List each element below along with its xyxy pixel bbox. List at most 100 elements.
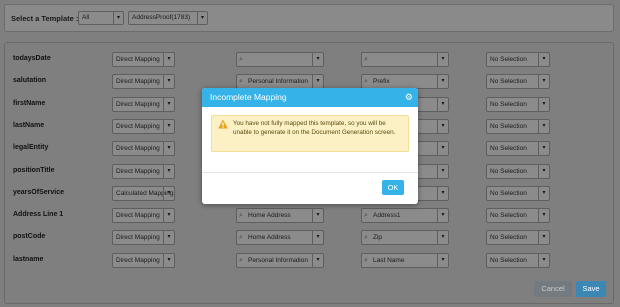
target-select[interactable]: ⌕ Zip ▾ — [361, 230, 449, 245]
source-select[interactable]: ⌕ Personal Information ▾ — [236, 253, 324, 268]
field-name: legalEntity — [13, 144, 49, 151]
filter-select-value: All — [82, 14, 90, 21]
chevron-down-icon: ▾ — [437, 142, 448, 155]
chevron-down-icon: ▾ — [163, 120, 174, 133]
chevron-down-icon: ▾ — [312, 231, 323, 244]
target-value: Address1 — [373, 212, 401, 219]
chevron-down-icon: ▾ — [312, 254, 323, 267]
dialog-header: Incomplete Mapping ⚙ — [202, 88, 418, 107]
ok-button[interactable]: OK — [382, 180, 404, 195]
chevron-down-icon: ▾ — [163, 187, 174, 200]
selection-select[interactable]: No Selection ▾ — [486, 230, 550, 245]
mapping-type-select[interactable]: Calculated Mapping ▾ — [112, 186, 175, 201]
selection-select[interactable]: No Selection ▾ — [486, 74, 550, 89]
selection-value: No Selection — [490, 212, 527, 219]
chevron-down-icon: ▾ — [437, 231, 448, 244]
chevron-down-icon: ▾ — [312, 53, 323, 66]
target-select[interactable]: ⌕▾ — [361, 52, 449, 67]
chevron-down-icon: ▾ — [163, 98, 174, 111]
mapping-type-select[interactable]: Direct Mapping ▾ — [112, 52, 175, 67]
selection-select[interactable]: No Selection ▾ — [486, 52, 550, 67]
chevron-down-icon: ▾ — [437, 209, 448, 222]
chevron-down-icon: ▾ — [312, 75, 323, 88]
selection-select[interactable]: No Selection ▾ — [486, 208, 550, 223]
chevron-down-icon: ▾ — [437, 254, 448, 267]
template-bar: Select a Template : All ▾ AddressProof(1… — [4, 4, 614, 32]
mapping-type-select[interactable]: Direct Mapping ▾ — [112, 119, 175, 134]
selection-select[interactable]: No Selection ▾ — [486, 164, 550, 179]
selection-value: No Selection — [490, 56, 527, 63]
chevron-down-icon: ▾ — [437, 187, 448, 200]
search-icon: ⌕ — [364, 234, 368, 241]
source-select[interactable]: ⌕ Personal Information ▾ — [236, 74, 324, 89]
mapping-type-select[interactable]: Direct Mapping ▾ — [112, 141, 175, 156]
field-name: lastname — [13, 256, 44, 263]
mapping-type-select[interactable]: Direct Mapping ▾ — [112, 74, 175, 89]
search-icon: ⌕ — [364, 78, 368, 85]
selection-value: No Selection — [490, 168, 527, 175]
search-icon: ⌕ — [239, 257, 243, 264]
mapping-type-select[interactable]: Direct Mapping ▾ — [112, 253, 175, 268]
selection-value: No Selection — [490, 190, 527, 197]
source-select[interactable]: ⌕▾ — [236, 52, 324, 67]
mapping-type-select[interactable]: Direct Mapping ▾ — [112, 208, 175, 223]
gear-icon[interactable]: ⚙ — [405, 88, 413, 107]
filter-select[interactable]: All ▾ — [78, 11, 124, 25]
selection-select[interactable]: No Selection ▾ — [486, 141, 550, 156]
chevron-down-icon: ▾ — [538, 254, 549, 267]
source-value: Home Address — [248, 212, 291, 219]
search-icon: ⌕ — [239, 234, 243, 241]
selection-value: No Selection — [490, 145, 527, 152]
target-select[interactable]: ⌕ Address1 ▾ — [361, 208, 449, 223]
dialog-divider — [202, 172, 418, 173]
source-select[interactable]: ⌕ Home Address ▾ — [236, 230, 324, 245]
source-select[interactable]: ⌕ Home Address ▾ — [236, 208, 324, 223]
mapping-type-value: Direct Mapping — [116, 78, 160, 85]
selection-select[interactable]: No Selection ▾ — [486, 97, 550, 112]
chevron-down-icon: ▾ — [538, 98, 549, 111]
cancel-button[interactable]: Cancel — [534, 281, 572, 297]
template-select-value: AddressProof(1783) — [132, 14, 191, 21]
field-name: yearsOfService — [13, 189, 64, 196]
search-icon: ⌕ — [364, 56, 368, 63]
mapping-type-value: Direct Mapping — [116, 257, 160, 264]
chevron-down-icon: ▾ — [437, 53, 448, 66]
mapping-type-select[interactable]: Direct Mapping ▾ — [112, 97, 175, 112]
template-label: Select a Template : — [11, 14, 79, 23]
mapping-type-value: Direct Mapping — [116, 168, 160, 175]
selection-select[interactable]: No Selection ▾ — [486, 119, 550, 134]
chevron-down-icon: ▾ — [437, 165, 448, 178]
mapping-type-select[interactable]: Direct Mapping ▾ — [112, 164, 175, 179]
chevron-down-icon: ▾ — [163, 231, 174, 244]
chevron-down-icon: ▾ — [538, 75, 549, 88]
chevron-down-icon: ▾ — [163, 209, 174, 222]
target-value: Prefix — [373, 78, 390, 85]
chevron-down-icon: ▾ — [163, 142, 174, 155]
incomplete-mapping-dialog: Incomplete Mapping ⚙ You have not fully … — [202, 88, 418, 204]
field-name: postCode — [13, 233, 46, 240]
selection-select[interactable]: No Selection ▾ — [486, 253, 550, 268]
search-icon: ⌕ — [239, 56, 243, 63]
chevron-down-icon: ▾ — [113, 12, 123, 24]
search-icon: ⌕ — [239, 78, 243, 85]
search-icon: ⌕ — [239, 212, 243, 219]
selection-select[interactable]: No Selection ▾ — [486, 186, 550, 201]
field-name: Address Line 1 — [13, 211, 64, 218]
dialog-title: Incomplete Mapping — [210, 92, 287, 102]
template-select[interactable]: AddressProof(1783) ▾ — [128, 11, 208, 25]
target-select[interactable]: ⌕ Last Name ▾ — [361, 253, 449, 268]
chevron-down-icon: ▾ — [163, 165, 174, 178]
chevron-down-icon: ▾ — [437, 75, 448, 88]
target-value: Zip — [373, 234, 383, 241]
selection-value: No Selection — [490, 123, 527, 130]
source-value: Personal Information — [248, 257, 308, 264]
selection-value: No Selection — [490, 101, 527, 108]
chevron-down-icon: ▾ — [538, 120, 549, 133]
target-select[interactable]: ⌕ Prefix ▾ — [361, 74, 449, 89]
search-icon: ⌕ — [364, 212, 368, 219]
chevron-down-icon: ▾ — [437, 98, 448, 111]
save-button[interactable]: Save — [576, 281, 606, 297]
mapping-type-select[interactable]: Direct Mapping ▾ — [112, 230, 175, 245]
mapping-row: postCode Direct Mapping ▾ ⌕ Home Address ▾ ⌕ Zi… — [0, 230, 610, 246]
chevron-down-icon: ▾ — [312, 209, 323, 222]
